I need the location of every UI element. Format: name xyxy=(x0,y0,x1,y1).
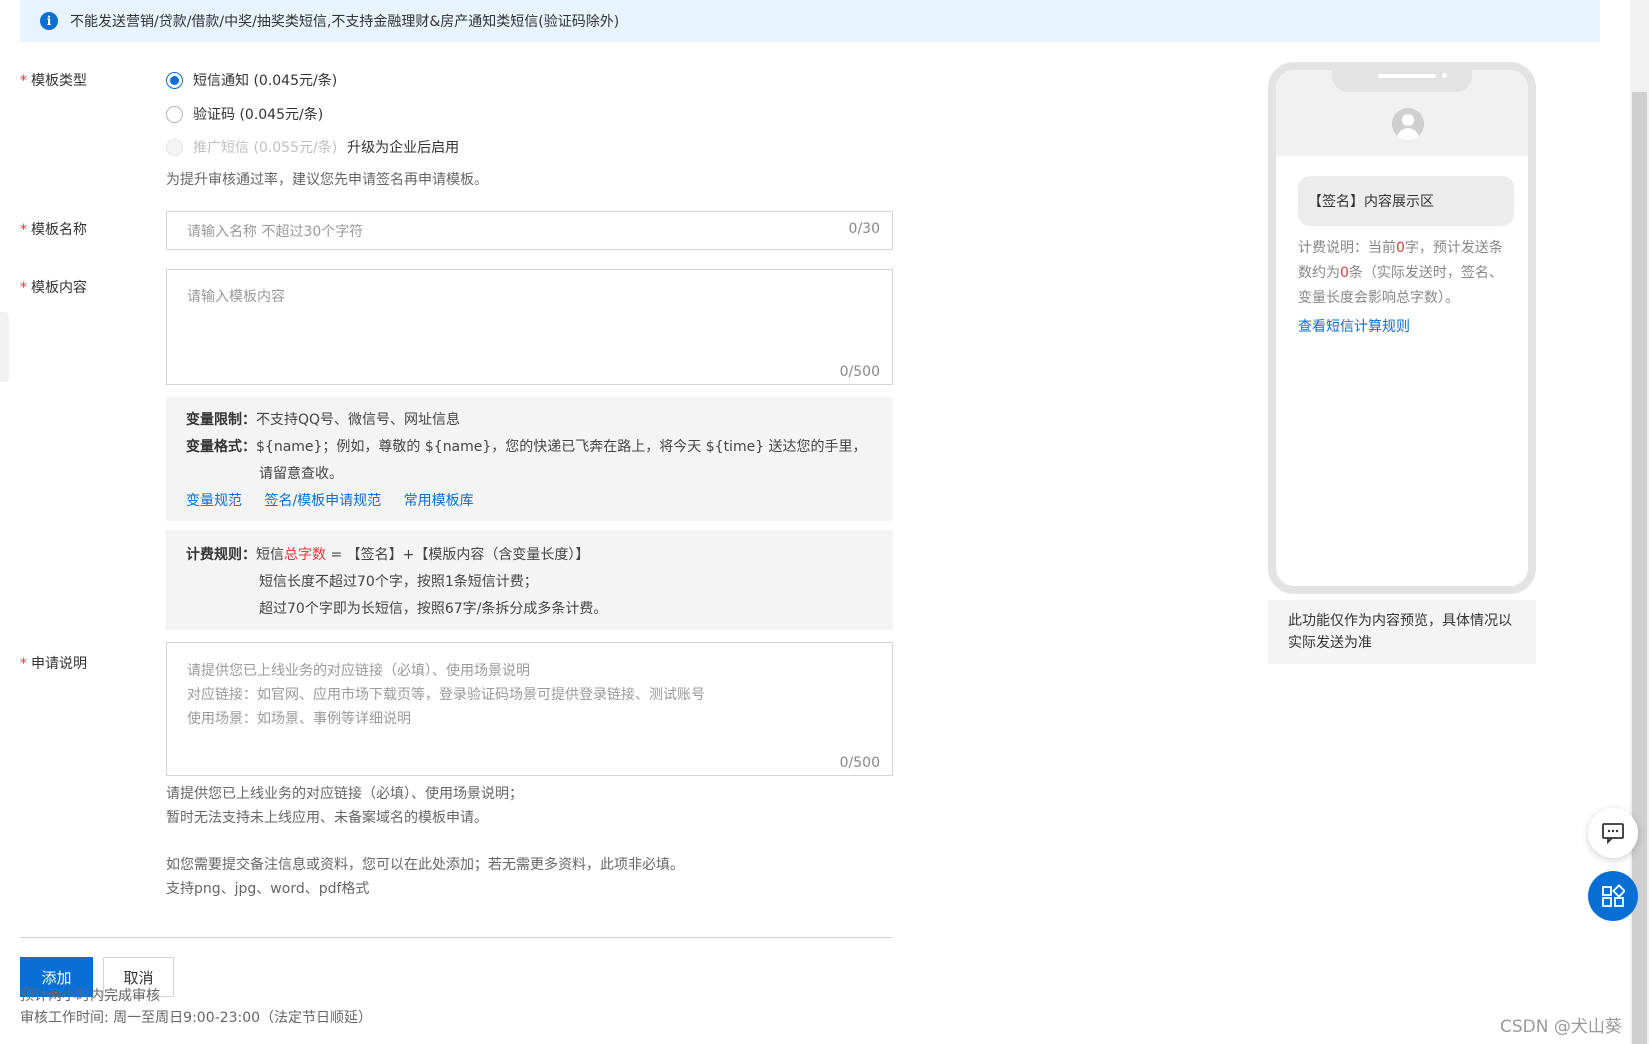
info-icon: i xyxy=(40,12,58,30)
radio-sms-notice[interactable]: 短信通知 (0.045元/条) xyxy=(166,70,337,90)
application-placeholder: 请提供您已上线业务的对应链接（必填）、使用场景说明 对应链接：如官网、应用市场下… xyxy=(187,663,705,727)
phone-preview: 【签名】内容展示区 计费说明：当前0字，预计发送条数约为0条（实际发送时，签名、… xyxy=(1268,62,1536,594)
side-collapse-tab[interactable] xyxy=(0,312,9,382)
link-variable-spec[interactable]: 变量规范 xyxy=(186,493,242,509)
chat-button[interactable] xyxy=(1588,808,1638,858)
upgrade-text: 升级为企业后启用 xyxy=(347,140,460,156)
application-counter: 0/500 xyxy=(839,755,880,771)
template-type-hint: 为提升审核通过率，建议您先申请签名再申请模板。 xyxy=(166,172,488,188)
work-hours-note: 审核工作时间: 周一至周日9:00-23:00（法定节日顺延） xyxy=(20,1010,373,1026)
radio-label: 推广短信 (0.055元/条) xyxy=(193,140,338,156)
template-content-placeholder: 请输入模板内容 xyxy=(187,289,285,305)
preview-billing-text: 计费说明：当前0字，预计发送条数约为0条（实际发送时，签名、变量长度会影响总字数… xyxy=(1298,240,1503,306)
radio-label: 短信通知 (0.045元/条) xyxy=(193,73,338,89)
template-name-input[interactable]: 请输入名称 不超过30个字符 0/30 xyxy=(166,211,893,250)
watermark: CSDN @犬山葵 xyxy=(1500,1017,1622,1037)
divider xyxy=(20,937,893,938)
billing-row-1: 计费规则：短信总字数 = 【签名】+【模版内容（含变量长度）】 xyxy=(186,547,590,563)
radio-promotion: 推广短信 (0.055元/条) 升级为企业后启用 xyxy=(166,137,459,157)
speaker-bar xyxy=(1378,74,1436,78)
apps-button[interactable] xyxy=(1588,871,1638,921)
preview-note: 此功能仅作为内容预览，具体情况以实际发送为准 xyxy=(1268,600,1536,664)
application-label: * 申请说明 xyxy=(20,656,87,672)
radio-verification-code[interactable]: 验证码 (0.045元/条) xyxy=(166,104,323,124)
radio-button[interactable] xyxy=(166,71,183,89)
phone-header xyxy=(1276,70,1528,156)
template-name-placeholder: 请输入名称 不超过30个字符 xyxy=(187,224,364,240)
sms-rule-link[interactable]: 查看短信计算规则 xyxy=(1298,316,1410,336)
template-name-counter: 0/30 xyxy=(848,221,880,237)
message-bubble: 【签名】内容展示区 xyxy=(1298,176,1514,226)
radio-button[interactable] xyxy=(166,105,183,123)
attachment-hint: 如您需要提交备注信息或资料，您可以在此处添加；若无需更多资料，此项非必填。 支持… xyxy=(166,857,684,897)
billing-row-3: 超过70个字即为长短信，按照67字/条拆分成多条计费。 xyxy=(259,601,608,617)
link-signature-template-spec[interactable]: 签名/模板申请规范 xyxy=(264,493,381,509)
apps-grid-icon xyxy=(1602,884,1625,907)
variable-limit-row: 变量限制：不支持QQ号、微信号、网址信息 xyxy=(186,412,461,428)
billing-row-2: 短信长度不超过70个字，按照1条短信计费； xyxy=(259,574,538,590)
camera-dot xyxy=(1442,73,1447,78)
variable-format-row-2: 请留意查收。 xyxy=(259,466,343,482)
variable-format-row: 变量格式：${name}；例如，尊敬的 ${name}，您的快递已飞奔在路上，将… xyxy=(186,439,867,455)
application-textarea[interactable]: 请提供您已上线业务的对应链接（必填）、使用场景说明 对应链接：如官网、应用市场下… xyxy=(166,642,893,776)
template-type-label: * 模板类型 xyxy=(20,73,87,89)
notice-text: 不能发送营销/贷款/借款/中奖/抽奖类短信,不支持金融理财&房产通知类短信(验证… xyxy=(70,14,620,30)
phone-notch xyxy=(1332,70,1472,92)
template-content-counter: 0/500 xyxy=(839,364,880,380)
application-hint: 请提供您已上线业务的对应链接（必填）、使用场景说明； 暂时无法支持未上线应用、未… xyxy=(166,786,523,826)
chat-icon xyxy=(1602,823,1624,844)
user-avatar-icon xyxy=(1392,108,1424,140)
radio-label: 验证码 (0.045元/条) xyxy=(193,107,324,123)
template-content-textarea[interactable]: 请输入模板内容 0/500 xyxy=(166,269,893,385)
variable-links: 变量规范 签名/模板申请规范 常用模板库 xyxy=(186,488,873,515)
review-time-note: 预计两小时内完成审核 xyxy=(20,988,160,1004)
template-content-label: * 模板内容 xyxy=(20,280,87,296)
template-name-label: * 模板名称 xyxy=(20,222,87,238)
notice-bar: i 不能发送营销/贷款/借款/中奖/抽奖类短信,不支持金融理财&房产通知类短信(… xyxy=(20,0,1600,42)
variable-rules-panel: 变量限制：不支持QQ号、微信号、网址信息 变量格式：${name}；例如，尊敬的… xyxy=(166,397,893,521)
link-template-library[interactable]: 常用模板库 xyxy=(404,493,474,509)
radio-button xyxy=(166,138,183,156)
billing-rules-panel: 计费规则：短信总字数 = 【签名】+【模版内容（含变量长度）】 短信长度不超过7… xyxy=(166,530,893,630)
